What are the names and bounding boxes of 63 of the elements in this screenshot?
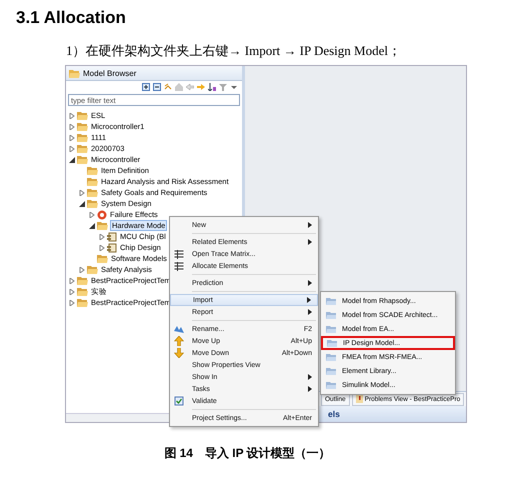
expand-toggle-icon[interactable]: [69, 278, 75, 284]
folder-icon: [87, 265, 98, 274]
expand-toggle-icon[interactable]: [69, 134, 75, 140]
import-icon: [326, 353, 336, 361]
warning-target-icon: [97, 210, 107, 220]
import-icon: [326, 311, 336, 319]
import-icon: [326, 381, 336, 389]
panel-title: els: [328, 409, 340, 419]
sort-icon[interactable]: [208, 83, 216, 91]
expand-toggle-icon[interactable]: [79, 200, 85, 206]
folder-icon: [69, 68, 80, 78]
folder-icon: [97, 221, 108, 230]
folder-icon: [87, 177, 98, 186]
expand-toggle-icon[interactable]: [69, 156, 75, 162]
expand-toggle-icon[interactable]: [69, 146, 75, 152]
component-icon: [107, 232, 117, 242]
folder-icon: [87, 199, 98, 208]
folder-icon: [77, 287, 88, 296]
component-icon: [107, 242, 117, 252]
expand-toggle-icon[interactable]: [89, 222, 95, 228]
folder-icon: [77, 111, 88, 120]
expand-toggle-icon[interactable]: [69, 300, 75, 306]
folder-icon: [77, 144, 88, 153]
expand-toggle-icon[interactable]: [99, 234, 105, 240]
folder-icon: [77, 155, 88, 164]
expand-toggle-icon[interactable]: [79, 190, 85, 196]
expand-toggle-icon[interactable]: [99, 244, 105, 250]
instruction-text: 1）在硬件架构文件夹上右键→ Import → IP Design Model；: [66, 42, 402, 60]
submenu-arrow-icon: [308, 280, 312, 286]
folder-icon: [77, 276, 88, 285]
folder-icon: [87, 166, 98, 175]
expand-toggle-icon[interactable]: [89, 212, 95, 218]
folder-icon: [77, 133, 88, 142]
import-icon: [326, 367, 336, 375]
expand-toggle-icon[interactable]: [69, 124, 75, 130]
submenu-arrow-icon: [308, 222, 312, 228]
rename-icon: [174, 325, 184, 333]
section-heading: 3.1 Allocation: [16, 8, 127, 29]
folder-icon: [87, 188, 98, 197]
view-menu-icon[interactable]: [230, 83, 238, 91]
collapse-all-icon[interactable]: [153, 83, 161, 91]
back-arrow-icon[interactable]: [186, 83, 194, 91]
import-icon: [326, 297, 336, 305]
matrix-icon: [174, 250, 184, 258]
folder-icon: [77, 298, 88, 307]
forward-arrow-icon[interactable]: [197, 83, 205, 91]
expand-toggle-icon[interactable]: [69, 288, 75, 294]
submenu-arrow-icon: [308, 239, 312, 245]
expand-toggle-icon[interactable]: [69, 112, 75, 118]
problems-icon: [356, 395, 363, 403]
folder-icon: [97, 254, 108, 263]
matrix-icon: [174, 262, 184, 270]
figure-caption: 图 14 导入 IP 设计模型（一）: [163, 445, 332, 462]
panel-title[interactable]: Model Browser: [83, 68, 136, 78]
expand-toggle-icon[interactable]: [79, 266, 85, 272]
arrow-down-icon: [174, 348, 184, 358]
import-icon: [327, 339, 337, 347]
arrow-up-icon: [174, 336, 184, 346]
folder-icon: [77, 122, 88, 131]
validate-icon: [174, 396, 184, 406]
import-icon: [326, 325, 336, 333]
filter-icon[interactable]: [219, 83, 227, 91]
expand-all-icon[interactable]: [142, 83, 150, 91]
